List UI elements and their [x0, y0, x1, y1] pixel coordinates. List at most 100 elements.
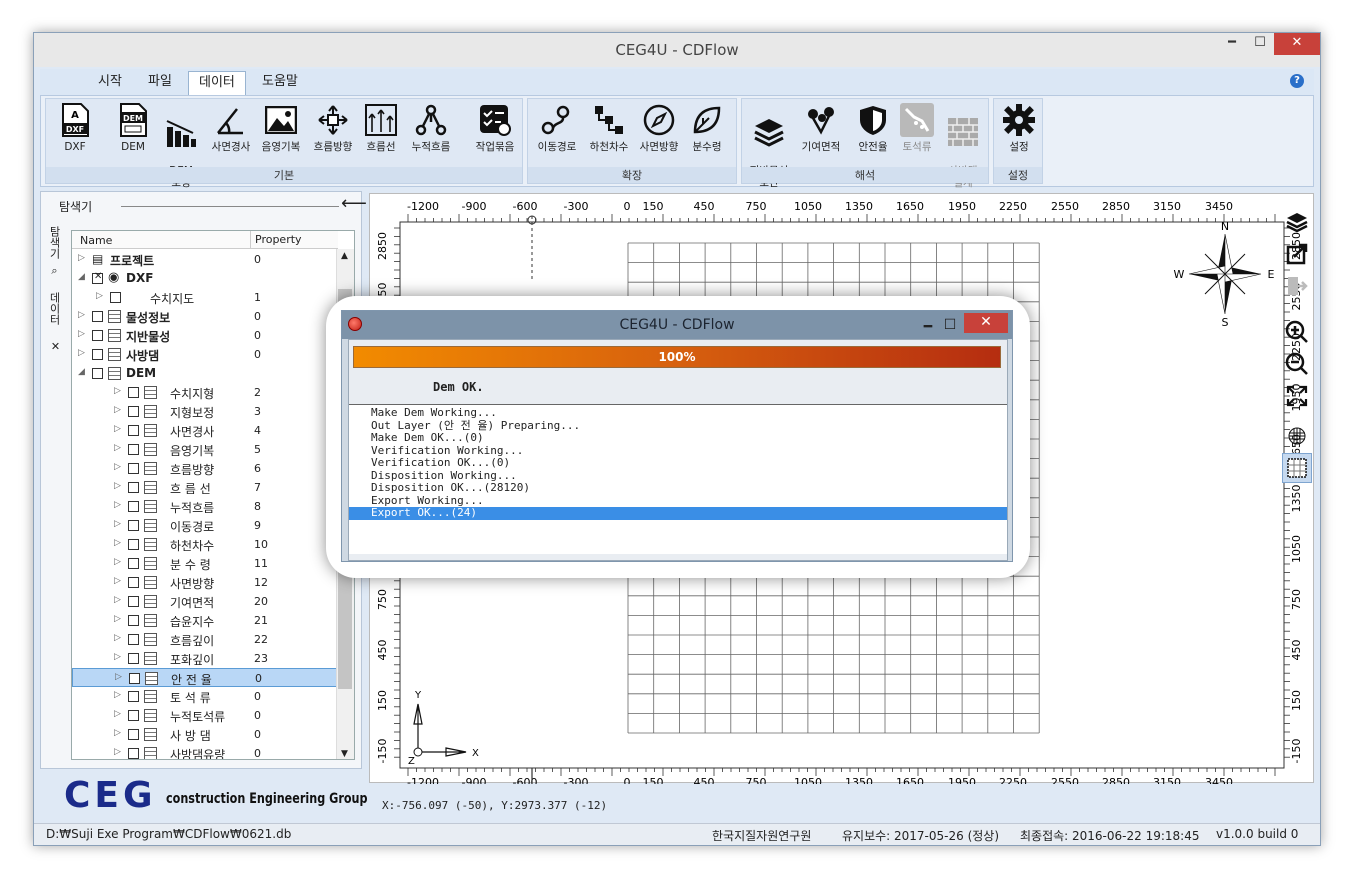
- flow-accumulation-button[interactable]: 누적흐름: [406, 103, 456, 153]
- checkbox[interactable]: [128, 444, 139, 455]
- zoom-out-icon[interactable]: [1282, 349, 1312, 379]
- tree-row[interactable]: ▷ 기여면적 20: [72, 592, 338, 611]
- collapse-arrow-icon[interactable]: ⟵: [341, 195, 367, 215]
- safety-factor-button[interactable]: 안전율: [848, 103, 898, 153]
- slope-button[interactable]: 사면경사: [206, 103, 256, 153]
- checkbox[interactable]: [92, 311, 103, 322]
- flow-line-button[interactable]: 흐름선: [356, 103, 406, 153]
- grid-toggle-icon[interactable]: [1282, 453, 1312, 483]
- expand-triangle-icon[interactable]: ▷: [114, 557, 121, 567]
- tree-row[interactable]: ▷ 이동경로 9: [72, 516, 338, 535]
- contributing-area-button[interactable]: 기여면적: [796, 103, 846, 153]
- watershed-button[interactable]: 분수령: [682, 103, 732, 153]
- fit-extent-icon[interactable]: [1282, 381, 1312, 411]
- tree-row[interactable]: ▷ 사 방 댐 0: [72, 725, 338, 744]
- checkbox[interactable]: [92, 368, 103, 379]
- tree-row[interactable]: ▷ 안 전 율 0: [72, 668, 338, 687]
- checkbox[interactable]: [128, 539, 139, 550]
- help-icon[interactable]: ?: [1290, 74, 1304, 88]
- expand-triangle-icon[interactable]: ▷: [114, 728, 121, 738]
- checkbox[interactable]: [128, 520, 139, 531]
- checkbox[interactable]: [128, 501, 139, 512]
- checkbox[interactable]: [128, 387, 139, 398]
- tree-row[interactable]: ▷ 사면방향 12: [72, 573, 338, 592]
- expand-triangle-icon[interactable]: ▷: [114, 519, 121, 529]
- stream-order-button[interactable]: 하천차수: [584, 103, 634, 153]
- log-line[interactable]: Make Dem Working...: [349, 406, 1007, 420]
- tree-row[interactable]: ▷ 지반물성 0: [72, 326, 338, 345]
- checkbox[interactable]: [92, 330, 103, 341]
- tree-row[interactable]: ▷ 물성정보 0: [72, 307, 338, 326]
- tab-help[interactable]: 도움말: [252, 71, 308, 95]
- expand-triangle-icon[interactable]: ▷: [114, 576, 121, 586]
- radio-icon[interactable]: ◉: [108, 270, 119, 285]
- expand-triangle-icon[interactable]: ▷: [114, 633, 121, 643]
- tree-row[interactable]: ▷ ▤ 프로젝트 0: [72, 250, 338, 269]
- tab-start[interactable]: 시작: [88, 71, 132, 95]
- grid-dots-icon[interactable]: [1282, 421, 1312, 451]
- expand-triangle-icon[interactable]: ▷: [114, 595, 121, 605]
- dem-button[interactable]: DEM DEM: [108, 103, 158, 153]
- tree-row[interactable]: ▷ 지형보정 3: [72, 402, 338, 421]
- checkbox[interactable]: [128, 710, 139, 721]
- travel-path-button[interactable]: 이동경로: [532, 103, 582, 153]
- dialog-minimize-button[interactable]: ━: [918, 313, 938, 341]
- log-line[interactable]: Verification OK...(0): [349, 456, 1007, 470]
- tree-row[interactable]: ▷ 음영기복 5: [72, 440, 338, 459]
- checkbox[interactable]: [128, 615, 139, 626]
- expand-triangle-icon[interactable]: ▷: [115, 672, 122, 682]
- checkbox[interactable]: [128, 748, 139, 759]
- hillshade-button[interactable]: 음영기복: [256, 103, 306, 153]
- dialog-close-button[interactable]: ✕: [964, 313, 1008, 333]
- search-doc-icon[interactable]: ⌕: [44, 266, 62, 277]
- tools-icon[interactable]: ✕: [44, 340, 62, 353]
- expand-triangle-icon[interactable]: ▷: [96, 291, 103, 301]
- expand-triangle-icon[interactable]: ▷: [114, 538, 121, 548]
- collapse-triangle-icon[interactable]: ◢: [78, 272, 85, 282]
- checkbox[interactable]: [128, 463, 139, 474]
- checkbox[interactable]: [110, 292, 121, 303]
- tree-row[interactable]: ◢ ✕ ◉ DXF: [72, 269, 338, 288]
- dxf-button[interactable]: A DXF DXF: [50, 103, 100, 153]
- tree-row[interactable]: ▷ 사방댐유량 0: [72, 744, 338, 759]
- layers-icon[interactable]: [1282, 207, 1312, 237]
- aspect-button[interactable]: 사면방향: [634, 103, 684, 153]
- checkbox[interactable]: [129, 673, 140, 684]
- vtab-data[interactable]: 데이터: [44, 292, 62, 325]
- tree-row[interactable]: ▷ 하천차수 10: [72, 535, 338, 554]
- checkbox[interactable]: [128, 425, 139, 436]
- tab-file[interactable]: 파일: [138, 71, 182, 95]
- tree-row[interactable]: ▷ 수치지형 2: [72, 383, 338, 402]
- expand-triangle-icon[interactable]: ▷: [78, 253, 85, 263]
- expand-triangle-icon[interactable]: ▷: [78, 348, 85, 358]
- tree-row[interactable]: ▷ 포화깊이 23: [72, 649, 338, 668]
- flow-direction-button[interactable]: 흐름방향: [308, 103, 358, 153]
- tree-row[interactable]: ▷ 사방댐 0: [72, 345, 338, 364]
- expand-triangle-icon[interactable]: ▷: [78, 310, 85, 320]
- minimize-button[interactable]: ━: [1218, 33, 1246, 55]
- dialog-maximize-button[interactable]: ☐: [940, 311, 960, 339]
- expand-triangle-icon[interactable]: ▷: [114, 614, 121, 624]
- tree-row[interactable]: ▷ 분 수 령 11: [72, 554, 338, 573]
- scroll-down-icon[interactable]: ▼: [341, 749, 348, 759]
- log-list[interactable]: Make Dem Working... Out Layer (안 전 율) Pre…: [349, 404, 1007, 554]
- expand-triangle-icon[interactable]: ▷: [114, 386, 121, 396]
- expand-triangle-icon[interactable]: ▷: [114, 481, 121, 491]
- expand-triangle-icon[interactable]: ▷: [114, 652, 121, 662]
- tree-row[interactable]: ▷ 사면경사 4: [72, 421, 338, 440]
- checkbox[interactable]: [128, 729, 139, 740]
- expand-triangle-icon[interactable]: ▷: [114, 690, 121, 700]
- tree-row[interactable]: ▷ 흐 름 선 7: [72, 478, 338, 497]
- tree-row[interactable]: ▷ 습윤지수 21: [72, 611, 338, 630]
- tree-row[interactable]: ▷ 누적흐름 8: [72, 497, 338, 516]
- log-line[interactable]: Disposition OK...(28120): [349, 481, 1007, 495]
- settings-button[interactable]: 설정: [994, 103, 1044, 153]
- checkbox[interactable]: [92, 349, 103, 360]
- vtab-explorer[interactable]: 탐색기: [44, 226, 62, 259]
- log-line[interactable]: Export OK...(24): [349, 506, 1007, 520]
- log-line[interactable]: Make Dem OK...(0): [349, 431, 1007, 445]
- scroll-up-icon[interactable]: ▲: [341, 251, 348, 261]
- tree-row[interactable]: ◢ DEM: [72, 364, 338, 383]
- checkbox[interactable]: [128, 577, 139, 588]
- tree-row[interactable]: ▷ 흐름깊이 22: [72, 630, 338, 649]
